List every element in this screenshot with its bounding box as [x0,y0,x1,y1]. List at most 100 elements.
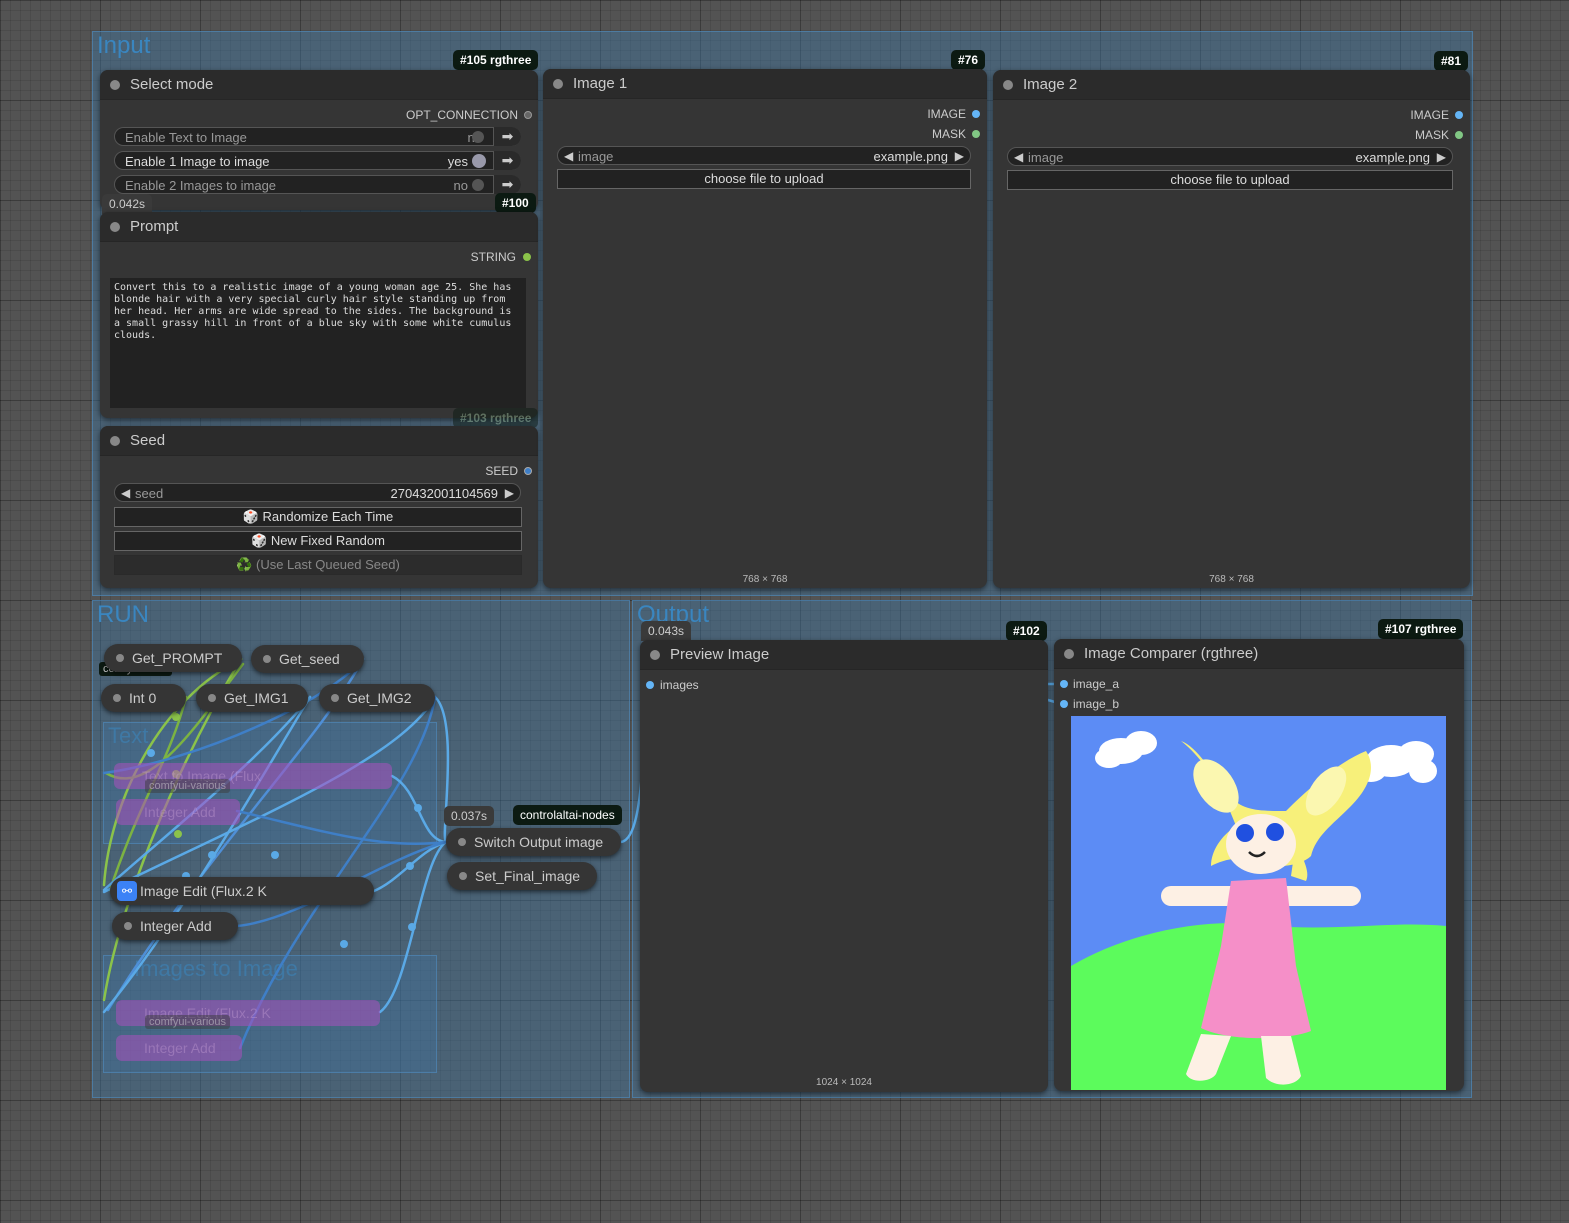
toggle-value: yes [447,154,468,169]
comfyui-various-tag-2: comfyui-various [145,1015,231,1029]
select-mode-titlebar[interactable]: Select mode [100,70,538,100]
increment-arrow-icon[interactable]: ▶ [955,149,964,163]
decrement-arrow-icon[interactable]: ◀ [121,486,130,500]
increment-arrow-icon[interactable]: ▶ [505,486,514,500]
select-mode-title: Select mode [130,76,214,93]
images-input-socket[interactable] [646,681,654,689]
get-prompt-label: Get_PROMPT [132,650,223,666]
image2-image-socket[interactable] [1455,111,1463,119]
collapse-dot-icon[interactable] [553,79,563,89]
collapse-dot-icon[interactable] [124,922,132,930]
image2-combo-value: example.png [1355,150,1430,165]
comparer-titlebar[interactable]: Image Comparer (rgthree) [1054,639,1464,669]
get-img1-label: Get_IMG1 [224,690,289,706]
prompt-badge: #100 [495,193,536,213]
collapse-dot-icon[interactable] [110,436,120,446]
switch-output-label: Switch Output image [474,834,604,850]
get-prompt-node[interactable]: Get_PROMPT [104,644,242,672]
integer-add-label: Integer Add [140,918,212,934]
image-a-input-label: image_a [1073,677,1120,691]
image-edit-node[interactable]: ⚯ Image Edit (Flux.2 K [110,877,374,905]
string-output-label: STRING [470,250,516,264]
image2-node[interactable]: Image 2 IMAGE MASK ◀ image example.png ▶… [993,70,1470,588]
set-final-image-node[interactable]: Set_Final_image [447,862,597,890]
image2-mask-socket[interactable] [1455,131,1463,139]
collapse-dot-icon[interactable] [263,655,271,663]
image-a-input-socket[interactable] [1060,680,1068,688]
collapse-dot-icon[interactable] [331,694,339,702]
image2-titlebar[interactable]: Image 2 [993,70,1470,100]
prompt-title: Prompt [130,218,179,235]
subgraph-icon: ⚯ [117,881,137,901]
get-seed-node[interactable]: Get_seed [251,645,364,673]
ghost-integer-add-label: Integer Add [144,804,216,820]
collapse-dot-icon[interactable] [650,650,660,660]
seed-widget[interactable]: ◀ seed 270432001104569 ▶ [114,483,521,502]
collapse-dot-icon[interactable] [113,694,121,702]
decrement-arrow-icon[interactable]: ◀ [564,149,573,163]
image2-title: Image 2 [1023,76,1078,93]
seed-title: Seed [130,432,166,449]
arrow-right-icon[interactable]: ➡ [493,175,521,194]
prompt-node[interactable]: Prompt STRING [100,212,538,418]
preview-titlebar[interactable]: Preview Image [640,640,1048,670]
integer-add-node[interactable]: Integer Add [112,912,238,940]
collapse-dot-icon[interactable] [1003,80,1013,90]
collapse-dot-icon[interactable] [208,694,216,702]
image2-file-combo[interactable]: ◀ image example.png ▶ [1007,147,1453,166]
comparer-title: Image Comparer (rgthree) [1084,645,1259,662]
toggle-label: Enable 1 Image to image [125,154,270,169]
seed-titlebar[interactable]: Seed [100,426,538,456]
collapse-dot-icon[interactable] [458,838,466,846]
prompt-titlebar[interactable]: Prompt [100,212,538,242]
increment-arrow-icon[interactable]: ▶ [1437,150,1446,164]
arrow-right-icon[interactable]: ➡ [493,151,521,170]
collapse-dot-icon[interactable] [1064,649,1074,659]
int0-node[interactable]: Int 0 [101,684,186,712]
collapse-dot-icon[interactable] [459,872,467,880]
switch-output-image-node[interactable]: Switch Output image [446,828,621,856]
switch-output-badge: controlaltai-nodes [513,805,622,825]
seed-output-label: SEED [485,464,518,478]
image1-mask-socket[interactable] [972,130,980,138]
image-edit-label: Image Edit (Flux.2 K [140,883,267,899]
get-img2-node[interactable]: Get_IMG2 [319,684,435,712]
get-img1-node[interactable]: Get_IMG1 [196,684,308,712]
decrement-arrow-icon[interactable]: ◀ [1014,150,1023,164]
image1-combo-value: example.png [873,149,948,164]
seed-node[interactable]: Seed SEED ◀ seed 270432001104569 ▶ 🎲 Ran… [100,426,538,588]
randomize-each-time-button[interactable]: 🎲 Randomize Each Time [114,507,522,527]
string-output-socket[interactable] [523,253,531,261]
preview-size-label: 1024 × 1024 [816,1077,872,1088]
image1-titlebar[interactable]: Image 1 [543,69,987,99]
toggle-1-image-to-image[interactable]: Enable 1 Image to image yes ➡ [114,151,521,170]
ghost-integer-add-node[interactable]: Integer Add [116,799,240,825]
collapse-dot-icon[interactable] [110,222,120,232]
preview-image-node[interactable]: Preview Image images 1024 × 1024 [640,640,1048,1092]
ghost-integer-add-node-2[interactable]: Integer Add [116,1035,242,1061]
comparer-badge: #107 rgthree [1378,619,1464,639]
opt-connection-socket[interactable] [524,111,532,119]
image1-upload-button[interactable]: choose file to upload [557,169,971,189]
switch-output-time: 0.037s [444,806,495,826]
arrow-right-icon[interactable]: ➡ [493,127,521,146]
toggle-text-to-image[interactable]: Enable Text to Image no ➡ [114,127,521,146]
image2-image-output-label: IMAGE [1410,108,1449,122]
select-mode-badge: #105 rgthree [453,50,539,70]
collapse-dot-icon[interactable] [110,80,120,90]
prompt-textarea[interactable] [110,278,526,408]
comparison-drawing-image[interactable] [1071,716,1446,1090]
seed-output-socket[interactable] [524,467,532,475]
collapse-dot-icon[interactable] [116,654,124,662]
image-b-input-socket[interactable] [1060,700,1068,708]
new-fixed-random-button[interactable]: 🎲 New Fixed Random [114,531,522,551]
image-comparer-node[interactable]: Image Comparer (rgthree) image_a image_b [1054,639,1464,1091]
image1-node[interactable]: Image 1 IMAGE MASK ◀ image example.png ▶… [543,69,987,588]
toggle-2-images-to-image[interactable]: Enable 2 Images to image no ➡ [114,175,521,194]
image1-file-combo[interactable]: ◀ image example.png ▶ [557,146,971,165]
use-last-queued-seed-button[interactable]: ♻️ (Use Last Queued Seed) [114,555,522,575]
image1-image-socket[interactable] [972,110,980,118]
preview-time: 0.043s [641,621,692,641]
image2-upload-button[interactable]: choose file to upload [1007,170,1453,190]
select-mode-node[interactable]: Select mode OPT_CONNECTION Enable Text t… [100,70,538,210]
